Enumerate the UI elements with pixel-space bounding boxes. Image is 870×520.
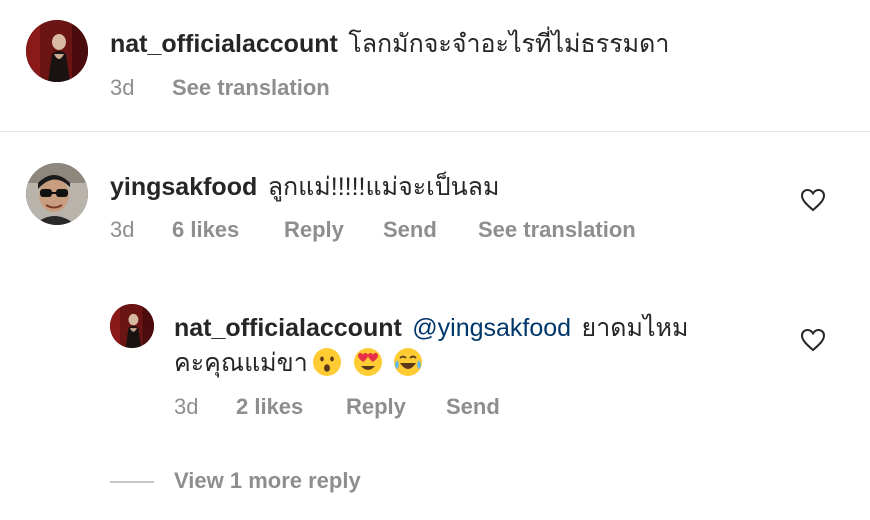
reply-like-heart-icon[interactable] <box>800 328 826 352</box>
divider <box>0 131 870 132</box>
comment-1-see-translation[interactable]: See translation <box>172 75 330 101</box>
reply-username[interactable]: nat_officialaccount <box>174 314 402 342</box>
comment-1-body: nat_officialaccount โลกมักจะจำอะไรที่ไม่… <box>110 24 669 64</box>
avatar-yingsakfood[interactable] <box>26 163 88 225</box>
reply-line-1: nat_officialaccount @yingsakfood ยาดมไหม <box>174 308 688 348</box>
tears-of-joy-emoji-icon <box>394 348 423 376</box>
comment-2-see-translation[interactable]: See translation <box>478 217 636 243</box>
comment-2-username[interactable]: yingsakfood <box>110 173 257 201</box>
reply-text-line2: คะคุณแม่ขา <box>174 349 308 377</box>
reply-avatar-nat-officialaccount[interactable] <box>110 304 154 348</box>
comment-2-send-button[interactable]: Send <box>383 217 437 243</box>
hushed-face-emoji-icon <box>313 348 342 376</box>
reply-reply-button[interactable]: Reply <box>346 394 406 420</box>
avatar-nat-officialaccount[interactable] <box>26 20 88 82</box>
comment-2-likes[interactable]: 6 likes <box>172 217 239 243</box>
comment-2-like-heart-icon[interactable] <box>800 188 826 212</box>
view-more-replies-button[interactable]: View 1 more reply <box>174 468 361 494</box>
heart-eyes-emoji-icon <box>353 348 382 376</box>
reply-line-2: คะคุณแม่ขา <box>174 343 429 383</box>
reply-send-button[interactable]: Send <box>446 394 500 420</box>
reply-likes[interactable]: 2 likes <box>236 394 303 420</box>
comment-1-username[interactable]: nat_officialaccount <box>110 30 338 58</box>
comment-2-body: yingsakfood ลูกแม่!!!!!แม่จะเป็นลม <box>110 167 499 207</box>
comment-1-time: 3d <box>110 75 135 100</box>
view-more-line <box>110 481 154 483</box>
comment-2-text: ลูกแม่!!!!!แม่จะเป็นลม <box>267 173 500 201</box>
comment-2-reply-button[interactable]: Reply <box>284 217 344 243</box>
comment-2-time: 3d <box>110 217 135 242</box>
reply-text-line1: ยาดมไหม <box>581 314 689 342</box>
reply-mention-link[interactable]: @yingsakfood <box>412 314 571 342</box>
comment-1-text: โลกมักจะจำอะไรที่ไม่ธรรมดา <box>348 30 670 58</box>
reply-time: 3d <box>174 394 199 419</box>
